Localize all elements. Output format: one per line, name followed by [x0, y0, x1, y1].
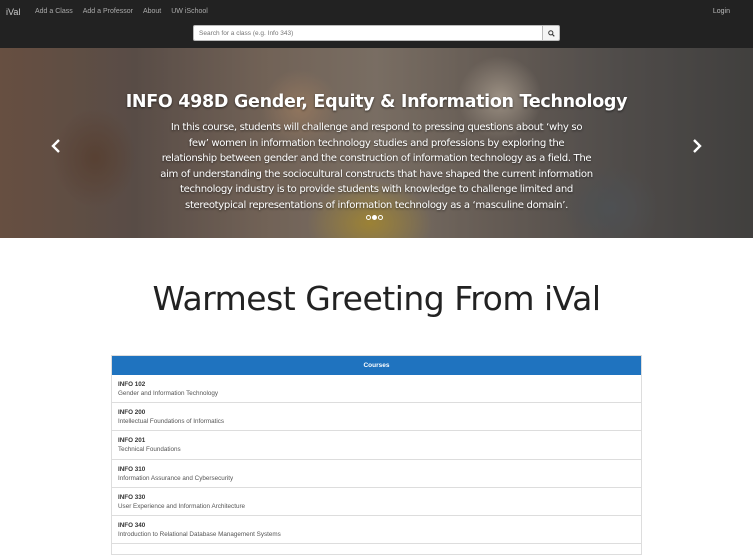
courses-heading: Courses	[112, 356, 641, 375]
course-item[interactable]: INFO 310 Information Assurance and Cyber…	[112, 459, 641, 488]
course-code: INFO 340	[118, 521, 146, 529]
course-name: Gender and Information Technology	[118, 390, 218, 397]
carousel-indicators	[366, 215, 383, 220]
hero-description: In this course, students will challenge …	[160, 122, 593, 211]
hero-carousel: INFO 498D Gender, Equity & Information T…	[0, 48, 753, 238]
courses-panel: Courses INFO 102 Gender and Information …	[111, 355, 642, 555]
login-link[interactable]: Login	[713, 8, 730, 15]
carousel-next-icon[interactable]	[691, 139, 703, 153]
course-name: User Experience and Information Architec…	[118, 502, 246, 510]
course-name: Information Assurance and Cybersecurity	[118, 474, 234, 482]
search-input[interactable]	[193, 25, 542, 41]
course-code: INFO 200	[118, 409, 146, 417]
nav-uw-ischool[interactable]: UW iSchool	[166, 7, 213, 17]
nav-links: Add a Class Add a Professor About UW iSc…	[30, 7, 213, 17]
course-code: INFO 310	[118, 465, 146, 473]
course-code: INFO 102	[118, 381, 146, 388]
carousel-dot-active[interactable]	[372, 215, 377, 220]
carousel-dot[interactable]	[366, 215, 371, 220]
course-item[interactable]: INFO 340 Introduction to Relational Data…	[112, 515, 641, 545]
search-box	[193, 25, 560, 41]
nav-about[interactable]: About	[138, 7, 166, 17]
nav-add-professor[interactable]: Add a Professor	[78, 7, 138, 17]
course-code: INFO 201	[118, 437, 146, 445]
course-name: Intellectual Foundations of Informatics	[118, 418, 225, 426]
course-name: Technical Foundations	[118, 446, 181, 454]
navbar: iVal Add a Class Add a Professor About U…	[0, 0, 753, 48]
course-item[interactable]: INFO 200 Intellectual Foundations of Inf…	[112, 403, 641, 432]
search-icon	[547, 29, 555, 37]
course-code: INFO 330	[118, 493, 146, 501]
nav-add-class[interactable]: Add a Class	[30, 7, 78, 17]
carousel-prev-icon[interactable]	[50, 139, 62, 153]
search-button[interactable]	[542, 25, 560, 41]
course-item[interactable]: INFO 102 Gender and Information Technolo…	[112, 375, 641, 404]
carousel-dot[interactable]	[378, 215, 383, 220]
greeting-heading: Warmest Greeting From iVal	[152, 279, 601, 318]
course-item[interactable]: INFO 330 User Experience and Information…	[112, 487, 641, 516]
course-name: Introduction to Relational Database Mana…	[118, 530, 281, 538]
course-item[interactable]: INFO 201 Technical Foundations	[112, 431, 641, 460]
hero-title: INFO 498D Gender, Equity & Information T…	[125, 92, 628, 112]
brand-link[interactable]: iVal	[6, 7, 20, 17]
